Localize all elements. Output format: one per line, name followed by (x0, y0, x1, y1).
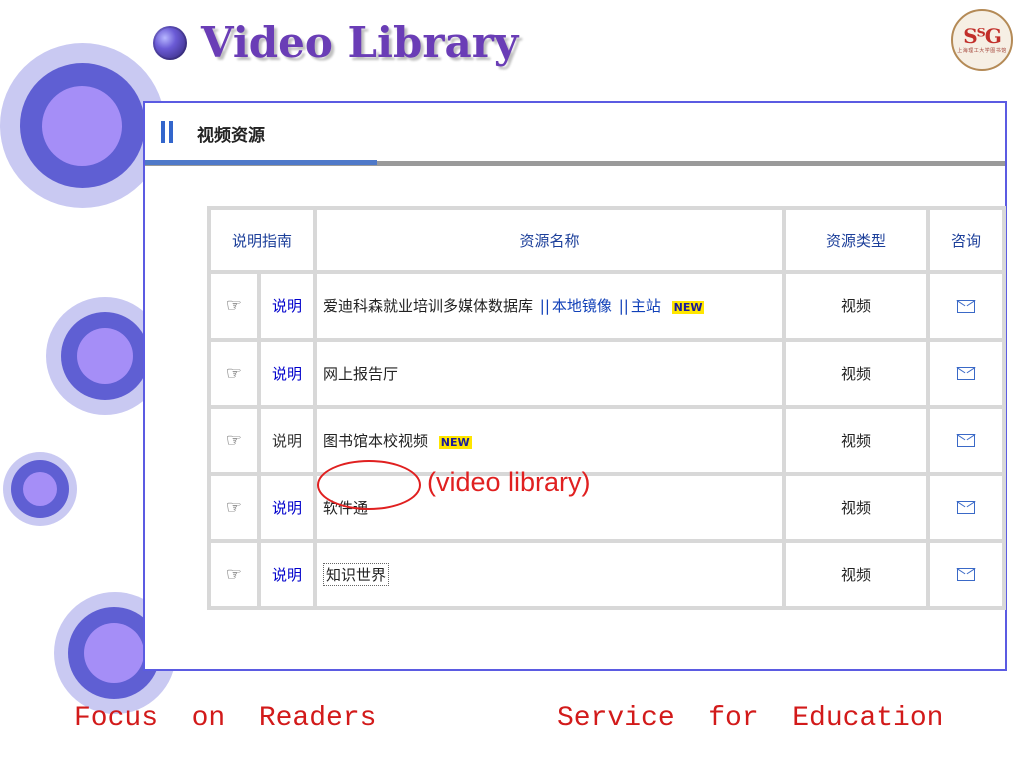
resource-name[interactable]: 爱迪科森就业培训多媒体数据库 (323, 297, 533, 315)
resource-name[interactable]: 图书馆本校视频 (323, 432, 428, 450)
explain-link[interactable]: 说明 (259, 540, 315, 608)
library-logo: SᵀG 上海理工大学图书馆 (951, 9, 1013, 71)
ask-cell (928, 473, 1004, 541)
hand-pointer-icon: ☞ (209, 473, 259, 541)
link-separator: || (539, 297, 550, 316)
annotation-text: (video library) (427, 467, 591, 497)
decorative-circle-2-inner (77, 328, 133, 384)
explain-link[interactable]: 说明 (259, 406, 315, 474)
slide-title: Video Library (201, 18, 519, 67)
resource-name[interactable]: 网上报告厅 (323, 365, 398, 383)
decorative-circle-1-inner (42, 86, 122, 166)
ask-cell (928, 540, 1004, 608)
resource-type: 视频 (784, 406, 928, 474)
hand-pointer-icon: ☞ (209, 406, 259, 474)
new-badge: NEW (671, 301, 705, 315)
video-resources-panel: 视频资源 说明指南 资源名称 资源类型 咨询 ☞ 说明 爱迪科森就业培训多媒体数… (143, 101, 1007, 671)
footer-left-slogan: Focus on Readers (74, 703, 377, 734)
header-divider-accent (145, 160, 377, 165)
mail-icon[interactable] (957, 568, 975, 582)
local-mirror-link[interactable]: 本地镜像 (552, 297, 612, 315)
hand-pointer-icon: ☞ (209, 339, 259, 407)
explain-link[interactable]: 说明 (259, 473, 315, 541)
new-badge: NEW (438, 435, 472, 449)
resource-table: 说明指南 资源名称 资源类型 咨询 ☞ 说明 爱迪科森就业培训多媒体数据库 ||… (207, 206, 1006, 610)
decorative-circle-4-inner (84, 623, 144, 683)
annotation-highlight-oval (317, 460, 421, 510)
table-row: ☞ 说明 爱迪科森就业培训多媒体数据库 || 本地镜像 || 主站 NEW 视频 (209, 272, 1004, 340)
column-header-type: 资源类型 (784, 208, 928, 273)
explain-link[interactable]: 说明 (259, 272, 315, 340)
header-bars-icon (161, 121, 173, 143)
resource-name-cell: 爱迪科森就业培训多媒体数据库 || 本地镜像 || 主站 NEW (315, 272, 784, 340)
panel-header-title: 视频资源 (197, 126, 265, 146)
ask-cell (928, 272, 1004, 340)
logo-letters: SᵀG (963, 23, 1002, 48)
globe-bullet-icon (153, 25, 187, 60)
decorative-circle-3-inner (23, 472, 57, 506)
resource-type: 视频 (784, 540, 928, 608)
mail-icon[interactable] (957, 501, 975, 515)
column-header-name: 资源名称 (315, 208, 784, 273)
resource-name-cell: 网上报告厅 (315, 339, 784, 407)
table-header-row: 说明指南 资源名称 资源类型 咨询 (209, 208, 1004, 273)
resource-name[interactable]: 知识世界 (323, 562, 390, 586)
resource-type: 视频 (784, 473, 928, 541)
link-separator: || (618, 297, 629, 316)
resource-name-cell: 知识世界 (315, 540, 784, 608)
table-row: ☞ 说明 图书馆本校视频 NEW 视频 (209, 406, 1004, 474)
hand-pointer-icon: ☞ (209, 540, 259, 608)
table-row: ☞ 说明 网上报告厅 视频 (209, 339, 1004, 407)
hand-pointer-icon: ☞ (209, 272, 259, 340)
mail-icon[interactable] (957, 434, 975, 448)
panel-header: 视频资源 (145, 103, 1005, 166)
mail-icon[interactable] (957, 299, 975, 313)
logo-caption: 上海理工大学图书馆 (957, 47, 1007, 54)
column-header-ask: 咨询 (928, 208, 1004, 273)
mail-icon[interactable] (957, 367, 975, 381)
main-site-link[interactable]: 主站 (631, 297, 661, 315)
footer-right-slogan: Service for Education (557, 703, 944, 734)
slide-title-area: Video Library (153, 18, 518, 67)
resource-type: 视频 (784, 272, 928, 340)
resource-type: 视频 (784, 339, 928, 407)
column-header-guide: 说明指南 (209, 208, 315, 273)
explain-link[interactable]: 说明 (259, 339, 315, 407)
ask-cell (928, 406, 1004, 474)
table-row: ☞ 说明 知识世界 视频 (209, 540, 1004, 608)
ask-cell (928, 339, 1004, 407)
